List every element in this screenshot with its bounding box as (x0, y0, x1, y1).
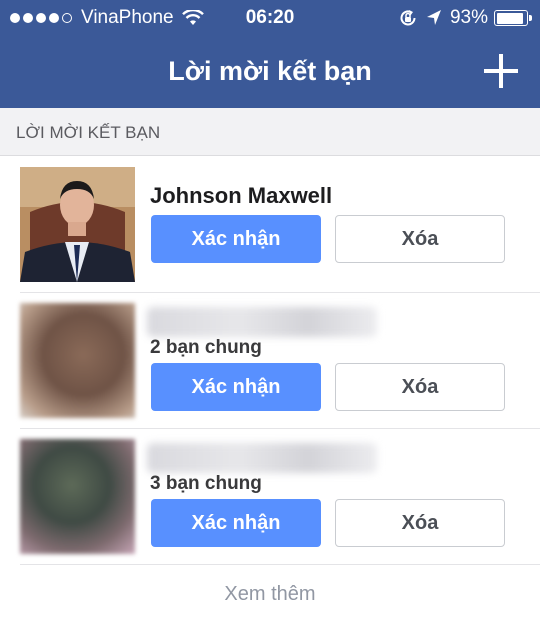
delete-button[interactable]: Xóa (335, 499, 505, 547)
battery-level-fill (496, 12, 524, 24)
blurred-name (147, 307, 377, 337)
mutual-friends-count: 3 bạn chung (150, 473, 262, 494)
status-bar: VinaPhone 06:20 93% (0, 0, 540, 36)
friend-request-item: 3 bạn chung Xác nhận Xóa (20, 429, 540, 565)
confirm-button[interactable]: Xác nhận (151, 499, 321, 547)
see-more-link[interactable]: Xem thêm (0, 583, 540, 606)
friend-request-item: 2 bạn chung Xác nhận Xóa (20, 293, 540, 429)
mutual-friends-count: 2 bạn chung (150, 337, 262, 358)
avatar[interactable] (20, 303, 135, 418)
avatar[interactable] (20, 439, 135, 554)
page-title: Lời mời kết bạn (168, 56, 372, 86)
delete-button[interactable]: Xóa (335, 363, 505, 411)
location-arrow-icon (426, 10, 441, 25)
section-header: LỜI MỜI KẾT BẠN (0, 108, 540, 156)
delete-button[interactable]: Xóa (335, 215, 505, 263)
rotation-lock-icon (400, 10, 416, 26)
blurred-name (147, 443, 377, 473)
friend-request-item: Johnson Maxwell Xác nhận Xóa (20, 157, 540, 293)
add-friend-plus-icon[interactable] (484, 54, 518, 88)
avatar[interactable] (20, 167, 135, 282)
requester-name[interactable]: Johnson Maxwell (150, 183, 332, 209)
status-right: 93% (398, 7, 532, 29)
confirm-button[interactable]: Xác nhận (151, 215, 321, 263)
battery-icon (494, 10, 532, 26)
confirm-button[interactable]: Xác nhận (151, 363, 321, 411)
navigation-bar: Lời mời kết bạn (0, 36, 540, 108)
battery-percent: 93% (449, 7, 488, 28)
